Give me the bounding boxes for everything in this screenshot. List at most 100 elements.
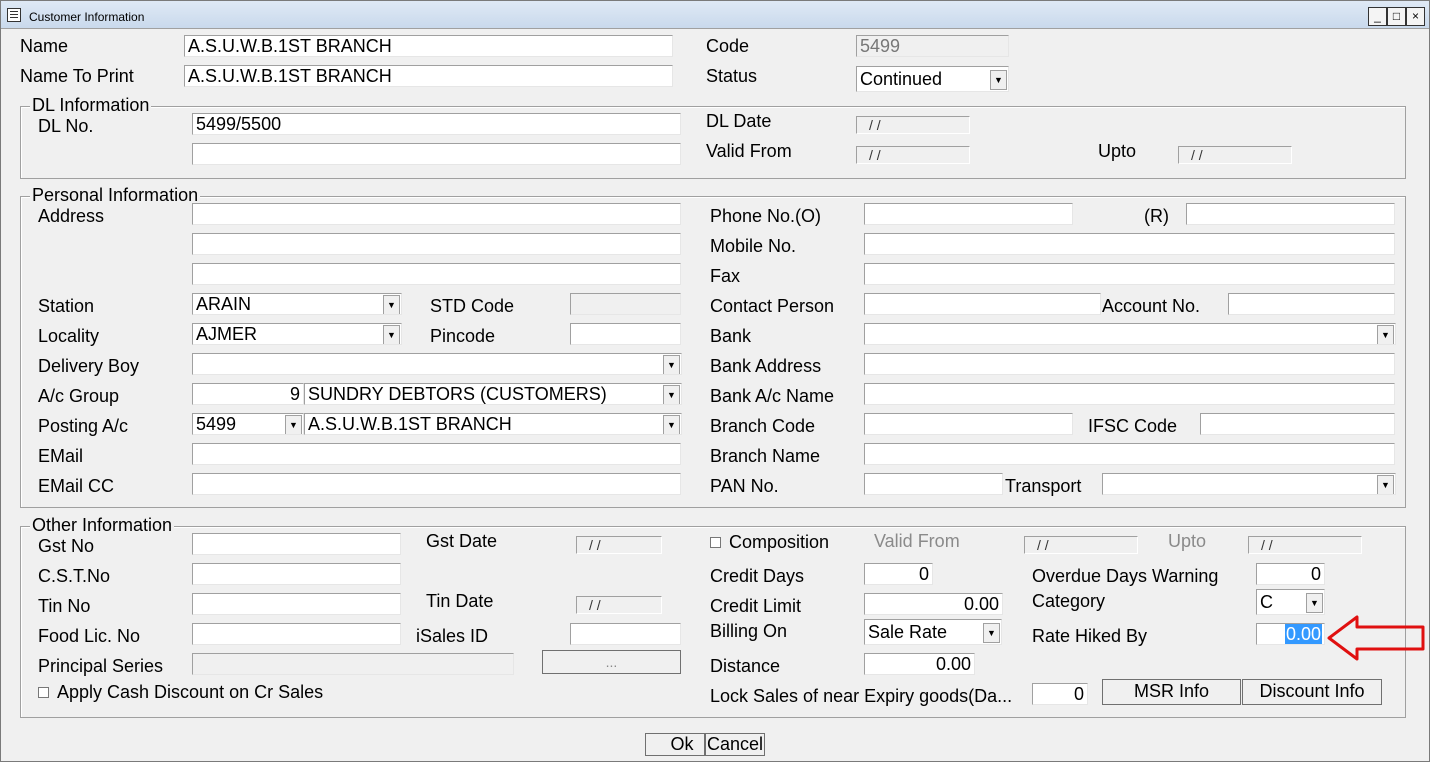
composition-upto-field[interactable]: / / [1248, 536, 1362, 554]
food-lic-input[interactable] [192, 623, 401, 645]
category-select[interactable]: C ▼ [1256, 589, 1325, 615]
chevron-down-icon[interactable]: ▼ [1377, 325, 1394, 344]
tin-date-field[interactable]: / / [576, 596, 662, 614]
customer-information-window: Customer Information _ □ × Name A.S.U.W.… [0, 0, 1430, 762]
status-value: Continued [860, 69, 943, 89]
bank-address-label: Bank Address [710, 356, 822, 376]
mobile-input[interactable] [864, 233, 1395, 255]
phone-r-input[interactable] [1186, 203, 1395, 225]
gst-date-field[interactable]: / / [576, 536, 662, 554]
gst-date-label: Gst Date [426, 531, 498, 551]
address-line-3[interactable] [192, 263, 681, 285]
distance-input[interactable]: 0.00 [864, 653, 975, 675]
principal-series-field [192, 653, 514, 675]
chevron-down-icon[interactable]: ▼ [1377, 475, 1394, 494]
name-to-print-input[interactable]: A.S.U.W.B.1ST BRANCH [184, 65, 673, 87]
dl-no-input[interactable]: 5499/5500 [192, 113, 681, 135]
pincode-input[interactable] [570, 323, 681, 345]
tin-no-input[interactable] [192, 593, 401, 615]
valid-from-field[interactable]: / / [856, 146, 970, 164]
chevron-down-icon[interactable]: ▼ [383, 325, 400, 344]
category-label: Category [1032, 591, 1106, 611]
ifsc-code-label: IFSC Code [1088, 416, 1178, 436]
chevron-down-icon[interactable]: ▼ [285, 415, 302, 434]
gst-no-input[interactable] [192, 533, 401, 555]
billing-on-value: Sale Rate [868, 622, 948, 642]
credit-limit-input[interactable]: 0.00 [864, 593, 1003, 615]
gst-no-label: Gst No [38, 536, 95, 556]
address-label: Address [38, 206, 105, 226]
apply-cash-discount-checkbox[interactable] [38, 687, 49, 698]
window-menu-icon[interactable] [7, 8, 21, 22]
address-line-2[interactable] [192, 233, 681, 255]
bank-ac-name-input[interactable] [864, 383, 1395, 405]
cst-no-input[interactable] [192, 563, 401, 585]
food-lic-label: Food Lic. No [38, 626, 141, 646]
contact-person-input[interactable] [864, 293, 1101, 315]
address-line-1[interactable] [192, 203, 681, 225]
isales-id-input[interactable] [570, 623, 681, 645]
lock-sales-input[interactable]: 0 [1032, 683, 1088, 705]
chevron-down-icon[interactable]: ▼ [990, 70, 1007, 90]
pan-no-label: PAN No. [710, 476, 779, 496]
delivery-boy-select[interactable]: ▼ [192, 353, 682, 375]
phone-o-label: Phone No.(O) [710, 206, 822, 226]
station-select[interactable]: ARAIN ▼ [192, 293, 402, 315]
close-button[interactable]: × [1406, 7, 1425, 26]
minimize-button[interactable]: _ [1368, 7, 1387, 26]
overdue-days-input[interactable]: 0 [1256, 563, 1325, 585]
msr-info-button[interactable]: MSR Info [1102, 679, 1241, 705]
email-input[interactable] [192, 443, 681, 465]
dl-date-field[interactable]: / / [856, 116, 970, 134]
station-label: Station [38, 296, 95, 316]
upto-field[interactable]: / / [1178, 146, 1292, 164]
branch-code-input[interactable] [864, 413, 1073, 435]
chevron-down-icon[interactable]: ▼ [983, 623, 1000, 643]
chevron-down-icon[interactable]: ▼ [663, 415, 680, 434]
dl-no-input-2[interactable] [192, 143, 681, 165]
credit-days-input[interactable]: 0 [864, 563, 933, 585]
principal-series-browse-button[interactable]: ... [542, 650, 681, 674]
cancel-button[interactable]: Cancel [705, 733, 765, 756]
pan-no-input[interactable] [864, 473, 1003, 495]
transport-select[interactable]: ▼ [1102, 473, 1396, 495]
bank-select[interactable]: ▼ [864, 323, 1396, 345]
branch-name-input[interactable] [864, 443, 1395, 465]
annotation-arrow-icon [1327, 615, 1425, 661]
branch-name-label: Branch Name [710, 446, 821, 466]
isales-id-label: iSales ID [416, 626, 489, 646]
account-no-input[interactable] [1228, 293, 1395, 315]
phone-o-input[interactable] [864, 203, 1073, 225]
apply-cash-discount-label: Apply Cash Discount on Cr Sales [57, 682, 324, 702]
bank-ac-name-label: Bank A/c Name [710, 386, 835, 406]
ac-group-code[interactable]: 9 [192, 383, 304, 405]
title-bar[interactable]: Customer Information _ □ × [1, 1, 1429, 29]
credit-limit-label: Credit Limit [710, 596, 802, 616]
code-field: 5499 [856, 35, 1009, 57]
billing-on-select[interactable]: Sale Rate ▼ [864, 619, 1002, 645]
lock-sales-label: Lock Sales of near Expiry goods(Da... [710, 686, 1013, 706]
transport-label: Transport [1005, 476, 1082, 496]
composition-checkbox[interactable] [710, 537, 721, 548]
composition-valid-from-field[interactable]: / / [1024, 536, 1138, 554]
rate-hiked-by-input[interactable]: 0.00 [1256, 623, 1325, 645]
ifsc-code-input[interactable] [1200, 413, 1395, 435]
chevron-down-icon[interactable]: ▼ [663, 355, 680, 374]
branch-code-label: Branch Code [710, 416, 816, 436]
distance-label: Distance [710, 656, 781, 676]
posting-ac-select[interactable]: A.S.U.W.B.1ST BRANCH ▼ [304, 413, 682, 435]
email-cc-input[interactable] [192, 473, 681, 495]
posting-ac-code-select[interactable]: 5499 ▼ [192, 413, 304, 435]
status-select[interactable]: Continued ▼ [856, 66, 1009, 92]
ac-group-select[interactable]: SUNDRY DEBTORS (CUSTOMERS) ▼ [304, 383, 682, 405]
fax-input[interactable] [864, 263, 1395, 285]
chevron-down-icon[interactable]: ▼ [383, 295, 400, 314]
chevron-down-icon[interactable]: ▼ [663, 385, 680, 404]
locality-select[interactable]: AJMER ▼ [192, 323, 402, 345]
maximize-button[interactable]: □ [1387, 7, 1406, 26]
chevron-down-icon[interactable]: ▼ [1306, 593, 1323, 613]
name-input[interactable]: A.S.U.W.B.1ST BRANCH [184, 35, 673, 57]
ok-button[interactable]: Ok [645, 733, 705, 756]
discount-info-button[interactable]: Discount Info [1242, 679, 1382, 705]
bank-address-input[interactable] [864, 353, 1395, 375]
